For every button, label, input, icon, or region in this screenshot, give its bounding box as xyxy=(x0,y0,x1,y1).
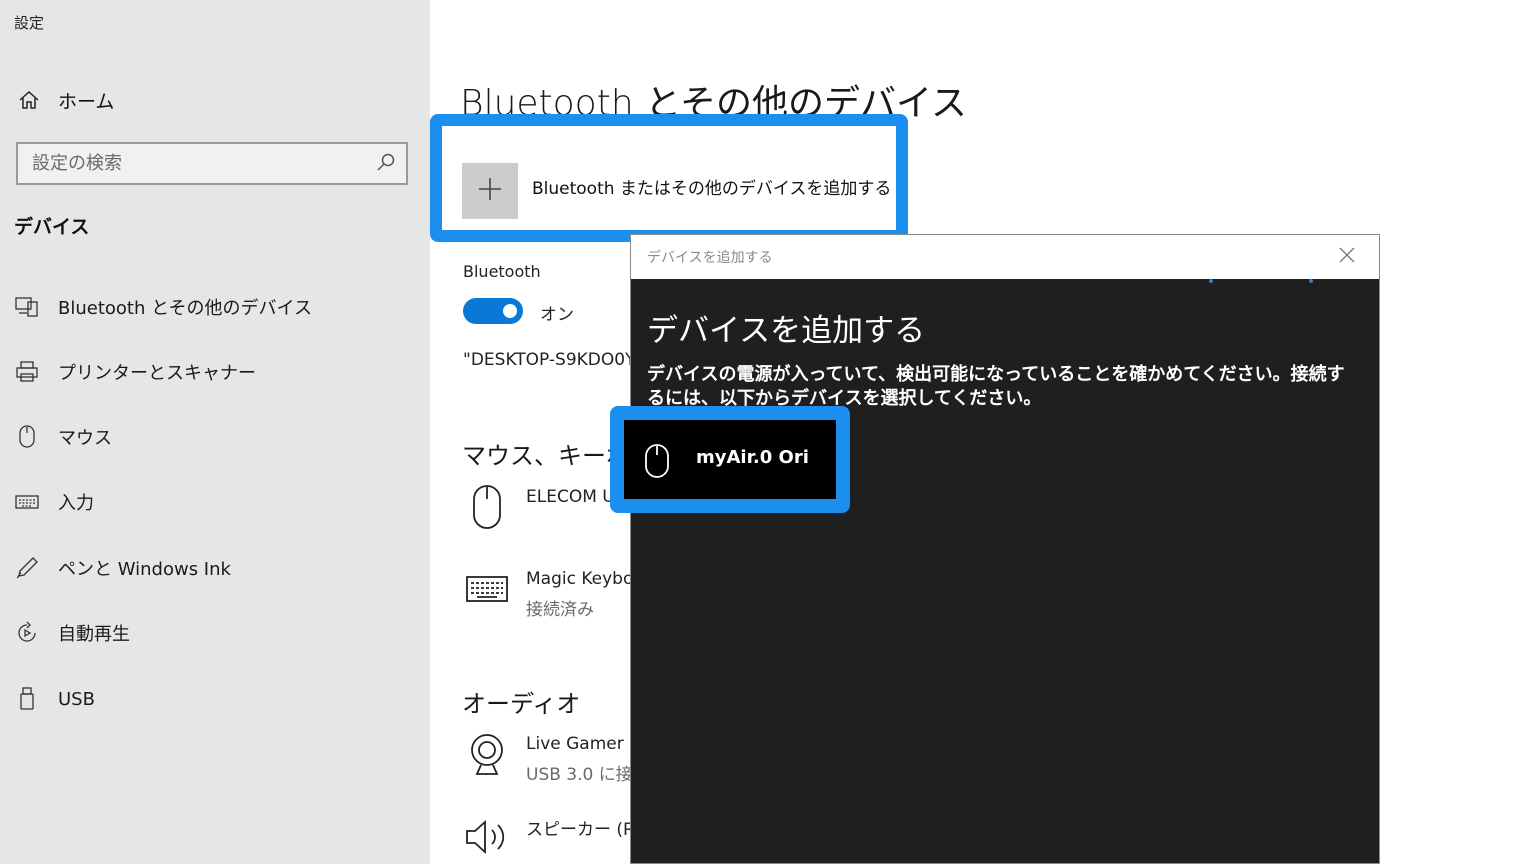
device-name[interactable]: Live Gamer E xyxy=(526,734,640,754)
dialog-titlebar-title: デバイスを追加する xyxy=(647,250,773,266)
search-box[interactable] xyxy=(16,142,408,185)
device-speaker[interactable] xyxy=(464,816,510,862)
found-device-item[interactable]: myAir.0 Ori xyxy=(624,420,836,499)
found-device-highlight: myAir.0 Ori xyxy=(610,406,850,513)
autoplay-icon xyxy=(14,620,40,646)
bluetooth-toggle[interactable] xyxy=(463,298,523,324)
speaker-icon xyxy=(464,817,510,861)
device-webcam[interactable] xyxy=(464,734,510,780)
device-name[interactable]: Magic Keybo xyxy=(526,569,633,589)
sidebar-home-label: ホーム xyxy=(58,90,115,113)
sidebar-item-label: USB xyxy=(58,688,95,710)
pc-discoverable-name: "DESKTOP-S9KDO0Y xyxy=(463,350,636,370)
add-device-label[interactable]: Bluetooth またはその他のデバイスを追加する xyxy=(532,174,891,199)
search-input[interactable] xyxy=(32,153,376,174)
sidebar-item-printers[interactable]: プリンターとスキャナー xyxy=(14,356,256,388)
bluetooth-label: Bluetooth xyxy=(463,262,541,281)
sidebar-item-pen[interactable]: ペンと Windows Ink xyxy=(14,552,231,584)
mouse-icon xyxy=(644,444,672,478)
sidebar-item-label: マウス xyxy=(58,428,112,449)
sidebar-item-label: プリンターとスキャナー xyxy=(58,363,256,384)
dialog-heading: デバイスを追加する xyxy=(647,313,926,349)
device-status: 接続済み xyxy=(526,600,594,620)
mouse-icon xyxy=(14,424,40,450)
pen-icon xyxy=(14,555,40,581)
bluetooth-toggle-label: オン xyxy=(540,305,574,325)
device-status: USB 3.0 に接 xyxy=(526,765,633,785)
app-title: 設定 xyxy=(14,14,45,32)
add-device-dialog: デバイスを追加する デバイスを追加する デバイスの電源が入っていて、検出可能にな… xyxy=(630,234,1380,864)
search-icon[interactable] xyxy=(376,152,396,176)
device-mouse[interactable] xyxy=(464,484,510,534)
printer-icon xyxy=(14,359,40,385)
sidebar-item-bluetooth[interactable]: Bluetooth とその他のデバイス xyxy=(14,291,312,323)
device-keyboard[interactable] xyxy=(464,568,510,614)
dialog-instructions: デバイスの電源が入っていて、検出可能になっていることを確かめてください。接続する… xyxy=(647,364,1345,409)
sidebar: 設定 ホーム デバイス Bluetooth とその他のデバイス プリンターとスキ… xyxy=(0,0,430,864)
found-device-name: myAir.0 Ori xyxy=(696,447,809,468)
dialog-close-button[interactable] xyxy=(1335,245,1359,269)
webcam-icon xyxy=(465,732,509,782)
sidebar-item-label: Bluetooth とその他のデバイス xyxy=(58,298,313,319)
keyboard-icon xyxy=(14,489,40,515)
group-heading-audio: オーディオ xyxy=(462,690,581,718)
sidebar-item-typing[interactable]: 入力 xyxy=(14,486,94,518)
plus-icon xyxy=(477,176,503,206)
add-device-button[interactable] xyxy=(462,163,518,219)
dialog-titlebar: デバイスを追加する xyxy=(631,235,1379,279)
progress-dot xyxy=(1309,279,1313,283)
sidebar-item-label: ペンと Windows Ink xyxy=(58,559,231,580)
bluetooth-devices-icon xyxy=(14,294,40,320)
toggle-knob xyxy=(503,304,517,318)
sidebar-item-label: 自動再生 xyxy=(58,624,130,645)
progress-dot xyxy=(1209,279,1213,283)
add-device-highlight: Bluetooth またはその他のデバイスを追加する xyxy=(430,114,908,242)
device-name[interactable]: ELECOM U xyxy=(526,487,615,507)
home-icon xyxy=(16,87,42,113)
sidebar-section-heading: デバイス xyxy=(14,216,90,238)
sidebar-item-mouse[interactable]: マウス xyxy=(14,421,112,453)
sidebar-item-autoplay[interactable]: 自動再生 xyxy=(14,617,130,649)
mouse-icon xyxy=(472,484,502,534)
usb-icon xyxy=(14,686,40,712)
close-icon xyxy=(1339,247,1355,267)
keyboard-icon xyxy=(465,575,509,607)
sidebar-item-usb[interactable]: USB xyxy=(14,683,95,715)
sidebar-home[interactable]: ホーム xyxy=(16,86,114,114)
sidebar-item-label: 入力 xyxy=(58,493,94,514)
